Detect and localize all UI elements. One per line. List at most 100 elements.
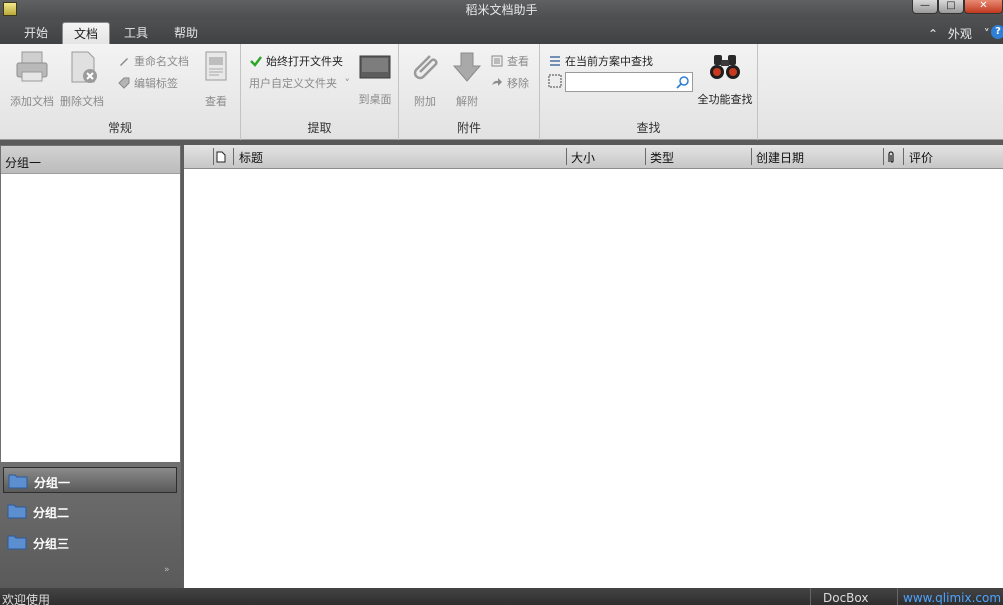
group-search-label: 查找 <box>636 121 661 135</box>
folder-icon <box>7 535 27 550</box>
to-desktop-label: 到桌面 <box>358 93 392 106</box>
checkmark-icon <box>250 56 262 67</box>
rename-document-label: 重命名文档 <box>134 55 189 68</box>
rename-document-button[interactable]: 重命名文档 <box>118 53 189 69</box>
column-header-rating[interactable]: 评价 <box>909 149 933 166</box>
attach-label: 附加 <box>414 95 436 108</box>
table-header: 标题 大小 类型 创建日期 评价 <box>184 145 1003 169</box>
column-separator <box>645 148 646 165</box>
printer-icon <box>16 51 48 82</box>
column-separator <box>233 148 234 165</box>
delete-document-label: 删除文档 <box>60 95 104 108</box>
arrow-right-icon <box>492 78 502 86</box>
tab-help[interactable]: 帮助 <box>162 22 210 44</box>
remove-attachment-label: 移除 <box>507 77 529 90</box>
chevron-down-icon: ˅ <box>983 27 990 41</box>
edit-tags-button[interactable]: 编辑标签 <box>118 75 178 91</box>
ribbon-tab-bar: 开始 文档 工具 帮助 <box>0 20 1003 44</box>
document-type-icon <box>216 151 226 163</box>
list-icon <box>550 56 560 66</box>
chevron-down-icon: ˅ <box>344 77 351 90</box>
group-extract: 始终打开文件夹 用户自定义文件夹 ˅ 到桌面 提取 <box>241 44 399 140</box>
always-open-folder-label: 始终打开文件夹 <box>266 55 343 68</box>
search-in-current-scheme-option[interactable]: 在当前方案中查找 <box>549 53 653 69</box>
document-preview-icon <box>205 51 227 81</box>
group-content-panel: 分组一 <box>0 145 181 463</box>
delete-document-icon <box>71 51 97 83</box>
nav-group-1[interactable]: 分组一 <box>3 467 177 493</box>
appearance-label: 外观 <box>947 27 972 41</box>
group-navigation-list: 分组一 分组二 分组三 <box>0 463 181 588</box>
group-general: 添加文档 删除文档 重命名文档 编辑标签 查看 常规 <box>0 44 241 140</box>
group-attachments: 附加 解附 查看 移除 附件 <box>399 44 540 140</box>
tab-documents[interactable]: 文档 <box>62 22 110 44</box>
arrow-down-icon <box>452 52 482 82</box>
maximize-button[interactable]: □ <box>938 0 964 14</box>
collapse-ribbon-icon[interactable]: ⌃ <box>928 27 938 41</box>
detach-button[interactable]: 解附 <box>447 50 487 109</box>
custom-folder-dropdown[interactable]: 用户自定义文件夹 ˅ <box>249 75 350 91</box>
view-attachment-button[interactable]: 查看 <box>491 53 529 69</box>
to-desktop-button[interactable]: 到桌面 <box>355 54 395 107</box>
add-document-label: 添加文档 <box>10 95 54 108</box>
attachment-column-icon[interactable] <box>887 151 895 164</box>
column-header-type[interactable]: 类型 <box>650 149 674 166</box>
column-header-title[interactable]: 标题 <box>239 149 263 166</box>
folder-icon <box>8 474 28 489</box>
binoculars-icon <box>710 55 740 79</box>
group-general-label: 常规 <box>107 121 132 135</box>
add-document-button[interactable]: 添加文档 <box>8 50 56 109</box>
view-document-label: 查看 <box>205 95 227 108</box>
view-attachment-label: 查看 <box>507 55 529 68</box>
title-bar: 稻米文档助手 — □ ✕ <box>0 0 1003 20</box>
minimize-button[interactable]: — <box>912 0 938 14</box>
tab-start[interactable]: 开始 <box>12 22 60 44</box>
panel-grip-handle[interactable]: » <box>164 565 170 575</box>
group-attachments-label: 附件 <box>456 121 481 135</box>
search-in-current-scheme-label: 在当前方案中查找 <box>565 55 653 68</box>
nav-group-label: 分组二 <box>33 506 70 520</box>
appearance-menu[interactable]: ⌃ 外观 ˅ <box>928 25 990 42</box>
status-website-link[interactable]: www.qlimix.com <box>897 588 1001 605</box>
nav-group-label: 分组三 <box>33 537 70 551</box>
nav-group-3[interactable]: 分组三 <box>3 529 177 555</box>
custom-folder-label: 用户自定义文件夹 <box>249 77 337 90</box>
detach-label: 解附 <box>456 95 478 108</box>
status-bar: 欢迎使用 DocBox V2.1 www.qlimix.com <box>0 588 1003 605</box>
pencil-icon <box>120 58 128 66</box>
desktop-icon <box>359 55 391 79</box>
column-separator <box>751 148 752 165</box>
close-button[interactable]: ✕ <box>964 0 1003 14</box>
search-input[interactable] <box>565 72 693 92</box>
status-version: DocBox V2.1 <box>810 588 896 605</box>
paperclip-icon <box>413 55 438 80</box>
status-message: 欢迎使用 <box>2 593 51 605</box>
group-panel-header: 分组一 <box>1 146 180 174</box>
column-separator <box>903 148 904 165</box>
search-icon[interactable] <box>676 75 690 89</box>
column-header-size[interactable]: 大小 <box>571 149 595 166</box>
column-separator <box>213 148 214 165</box>
nav-group-label: 分组一 <box>34 476 71 490</box>
full-search-label: 全功能查找 <box>697 93 753 106</box>
group-extract-label: 提取 <box>307 121 332 135</box>
ribbon: 添加文档 删除文档 重命名文档 编辑标签 查看 常规 始终打开文件夹 用户自定义… <box>0 44 1003 140</box>
selection-scope-icon[interactable] <box>548 74 562 88</box>
column-header-created-date[interactable]: 创建日期 <box>756 149 804 166</box>
app-window: 稻米文档助手 — □ ✕ 开始 文档 工具 帮助 ⌃ 外观 ˅ ? 添加文档 删… <box>0 0 1003 605</box>
view-document-button[interactable]: 查看 <box>198 50 234 109</box>
nav-group-2[interactable]: 分组二 <box>3 498 177 524</box>
document-table: 标题 大小 类型 创建日期 评价 <box>184 145 1003 588</box>
list-view-icon <box>491 55 503 67</box>
remove-attachment-button[interactable]: 移除 <box>491 75 529 91</box>
attach-button[interactable]: 附加 <box>405 50 445 109</box>
always-open-folder-toggle[interactable]: 始终打开文件夹 <box>250 53 343 69</box>
delete-document-button[interactable]: 删除文档 <box>58 50 106 109</box>
edit-tags-label: 编辑标签 <box>134 77 178 90</box>
full-search-button[interactable]: 全功能查找 <box>696 52 754 107</box>
column-separator <box>883 148 884 165</box>
column-separator <box>566 148 567 165</box>
tab-tools[interactable]: 工具 <box>112 22 160 44</box>
help-icon[interactable]: ? <box>991 25 1003 39</box>
folder-icon <box>7 504 27 519</box>
